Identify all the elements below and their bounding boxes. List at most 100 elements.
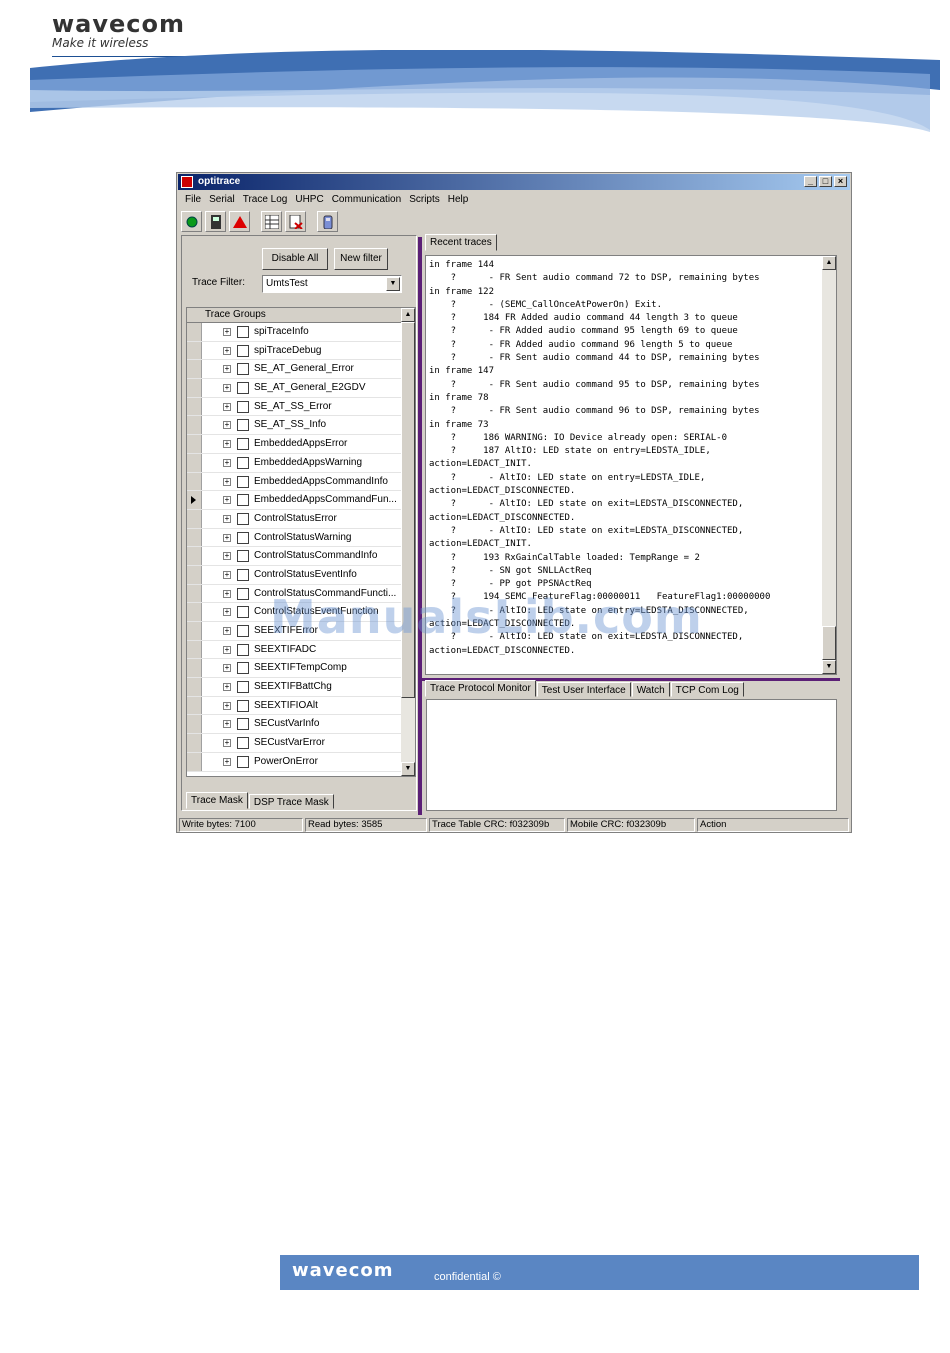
tree-row[interactable]: + EmbeddedAppsWarning (187, 453, 403, 473)
expand-icon[interactable]: + (223, 739, 231, 748)
group-checkbox[interactable] (237, 419, 249, 432)
tree-row[interactable]: + SE_AT_General_Error (187, 360, 403, 380)
group-checkbox[interactable] (237, 494, 249, 507)
trace-scroll-down-icon[interactable]: ▼ (822, 660, 836, 674)
menu-scripts[interactable]: Scripts (405, 192, 444, 208)
connect-button[interactable] (181, 211, 202, 232)
expand-icon[interactable]: + (223, 514, 231, 523)
tab-test-user-interface[interactable]: Test User Interface (536, 682, 631, 697)
group-checkbox[interactable] (237, 344, 249, 357)
group-checkbox[interactable] (237, 550, 249, 563)
expand-icon[interactable]: + (223, 402, 231, 411)
group-checkbox[interactable] (237, 400, 249, 413)
tree-row[interactable]: + spiTraceDebug (187, 341, 403, 361)
tree-row[interactable]: + SE_AT_SS_Error (187, 397, 403, 417)
group-checkbox[interactable] (237, 718, 249, 731)
group-checkbox[interactable] (237, 643, 249, 656)
vertical-splitter[interactable] (418, 237, 422, 815)
trace-scroll-up-icon[interactable]: ▲ (822, 256, 836, 270)
expand-icon[interactable]: + (223, 757, 231, 766)
group-checkbox[interactable] (237, 382, 249, 395)
group-checkbox[interactable] (237, 681, 249, 694)
group-checkbox[interactable] (237, 625, 249, 637)
expand-icon[interactable]: + (223, 384, 231, 393)
tree-row[interactable]: + SE_AT_General_E2GDV (187, 379, 403, 398)
group-checkbox[interactable] (237, 699, 249, 712)
maximize-button[interactable]: □ (819, 176, 832, 187)
phone-button[interactable] (317, 211, 338, 232)
expand-icon[interactable]: + (223, 589, 231, 598)
expand-icon[interactable]: + (223, 720, 231, 729)
disable-all-button[interactable]: Disable All (262, 248, 328, 270)
trace-filter-select[interactable]: UmtsTest ▼ (262, 275, 402, 293)
menu-trace-log[interactable]: Trace Log (239, 192, 292, 208)
expand-icon[interactable]: + (223, 664, 231, 673)
group-checkbox[interactable] (237, 737, 249, 750)
trace-protocol-monitor-area[interactable] (426, 699, 837, 811)
tab-tcp-com-log[interactable]: TCP Com Log (670, 682, 744, 697)
expand-icon[interactable]: + (223, 552, 231, 561)
tree-row[interactable]: + SECustVarInfo (187, 715, 403, 735)
tab-watch[interactable]: Watch (631, 682, 670, 697)
expand-icon[interactable]: + (223, 570, 231, 579)
group-checkbox[interactable] (237, 568, 249, 581)
tab-trace-mask[interactable]: Trace Mask (186, 792, 248, 809)
group-checkbox[interactable] (237, 606, 249, 619)
trace-scroll-thumb[interactable] (822, 626, 836, 660)
menu-help[interactable]: Help (444, 192, 473, 208)
close-button[interactable]: × (834, 176, 847, 187)
expand-icon[interactable]: + (223, 645, 231, 654)
expand-icon[interactable]: + (223, 496, 231, 505)
mobile-button[interactable] (205, 211, 226, 232)
tree-row[interactable]: + EmbeddedAppsError (187, 435, 403, 454)
tree-row[interactable]: + ControlStatusCommandInfo (187, 547, 403, 566)
dropdown-arrow-icon[interactable]: ▼ (386, 277, 400, 291)
warning-button[interactable] (229, 211, 250, 232)
group-checkbox[interactable] (237, 456, 249, 469)
expand-icon[interactable]: + (223, 365, 231, 374)
menu-communication[interactable]: Communication (328, 192, 405, 208)
menu-serial[interactable]: Serial (205, 192, 239, 208)
group-checkbox[interactable] (237, 587, 249, 600)
group-checkbox[interactable] (237, 326, 249, 338)
expand-icon[interactable]: + (223, 533, 231, 542)
tree-row[interactable]: + SEEXTIFTempComp (187, 659, 403, 679)
group-checkbox[interactable] (237, 512, 249, 525)
group-checkbox[interactable] (237, 662, 249, 675)
scroll-down-icon[interactable]: ▼ (401, 762, 415, 776)
trace-scrollbar[interactable]: ▲ ▼ (822, 256, 836, 674)
tab-recent-traces[interactable]: Recent traces (425, 234, 497, 251)
tab-dsp-trace-mask[interactable]: DSP Trace Mask (248, 794, 334, 809)
grid-button[interactable] (261, 211, 282, 232)
expand-icon[interactable]: + (223, 608, 231, 617)
group-checkbox[interactable] (237, 438, 249, 451)
tree-row[interactable]: + spiTraceInfo (187, 323, 403, 342)
expand-icon[interactable]: + (223, 458, 231, 467)
group-checkbox[interactable] (237, 531, 249, 544)
group-checkbox[interactable] (237, 363, 249, 376)
group-checkbox[interactable] (237, 755, 249, 768)
expand-icon[interactable]: + (223, 421, 231, 430)
tree-scrollbar[interactable]: ▲ ▼ (401, 308, 415, 776)
expand-icon[interactable]: + (223, 328, 231, 336)
expand-icon[interactable]: + (223, 346, 231, 355)
expand-icon[interactable]: + (223, 683, 231, 692)
tree-row[interactable]: + ControlStatusWarning (187, 528, 403, 548)
tree-row[interactable]: + ControlStatusEventInfo (187, 565, 403, 585)
tree-row[interactable]: + SECustVarError (187, 734, 403, 753)
menu-file[interactable]: File (181, 192, 205, 208)
tree-row[interactable]: + EmbeddedAppsCommandFun... (187, 491, 403, 510)
tree-row[interactable]: + EmbeddedAppsCommandInfo (187, 472, 403, 492)
new-filter-button[interactable]: New filter (334, 248, 388, 270)
tree-row[interactable]: + SE_AT_SS_Info (187, 416, 403, 436)
tab-trace-protocol-monitor[interactable]: Trace Protocol Monitor (425, 680, 536, 697)
scroll-up-icon[interactable]: ▲ (401, 308, 415, 322)
tree-row[interactable]: + SEEXTIFBattChg (187, 678, 403, 697)
expand-icon[interactable]: + (223, 701, 231, 710)
expand-icon[interactable]: + (223, 477, 231, 486)
expand-icon[interactable]: + (223, 627, 231, 635)
tree-row[interactable]: + PowerOnError (187, 752, 403, 772)
clear-log-button[interactable] (285, 211, 306, 232)
tree-row[interactable]: + SEEXTIFIOAlt (187, 696, 403, 716)
expand-icon[interactable]: + (223, 440, 231, 449)
